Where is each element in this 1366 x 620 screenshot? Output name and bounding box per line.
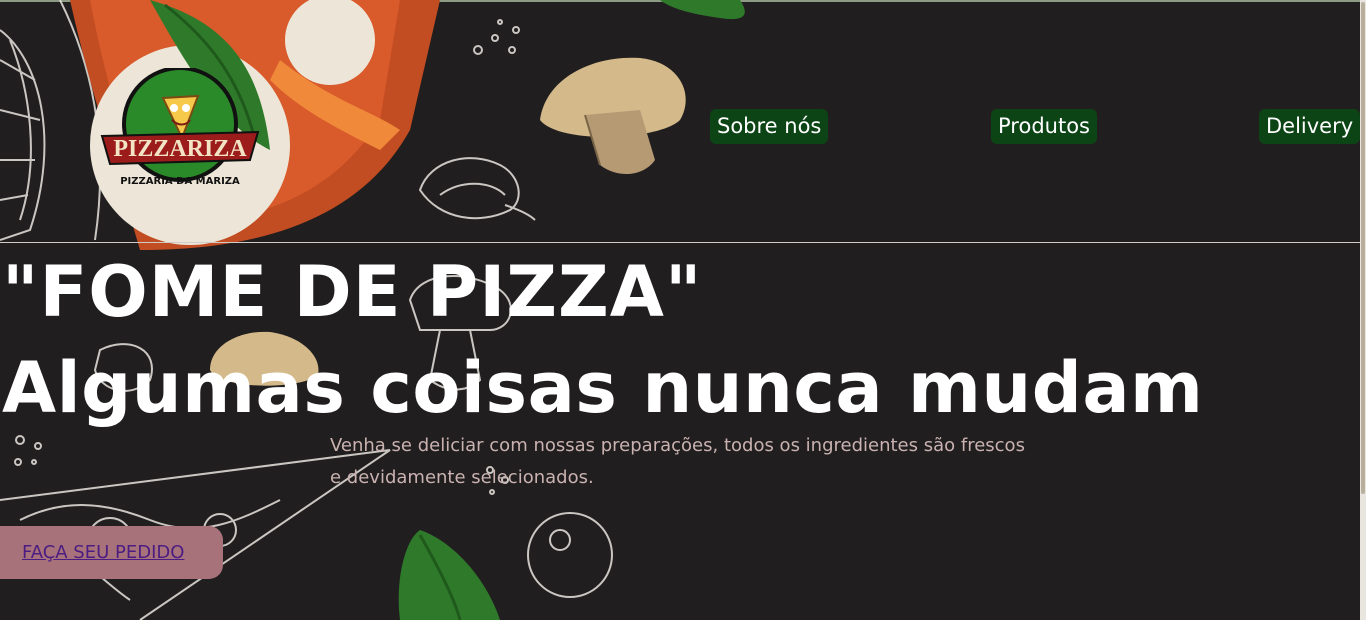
header-divider: [0, 242, 1360, 243]
scrollbar-thumb[interactable]: [1361, 2, 1365, 494]
pizzariza-logo[interactable]: PIZZARIZA PIZZARIA DA MARIZA: [98, 68, 268, 200]
order-button[interactable]: FAÇA SEU PEDIDO: [0, 526, 223, 579]
nav-delivery[interactable]: Delivery: [1259, 109, 1361, 144]
hero-description: Venha se deliciar com nossas preparações…: [330, 435, 1025, 488]
logo-name: PIZZARIZA: [113, 136, 247, 162]
nav-sobre-nos[interactable]: Sobre nós: [710, 109, 829, 144]
headline-line-2: Algumas coisas nunca mudam: [2, 347, 1204, 429]
logo-tagline: PIZZARIA DA MARIZA: [120, 176, 240, 187]
nav-produtos[interactable]: Produtos: [991, 109, 1097, 144]
hero-headline: "FOME DE PIZZA" Algumas coisas nunca mud…: [2, 250, 1204, 430]
headline-line-1: "FOME DE PIZZA": [2, 251, 703, 333]
